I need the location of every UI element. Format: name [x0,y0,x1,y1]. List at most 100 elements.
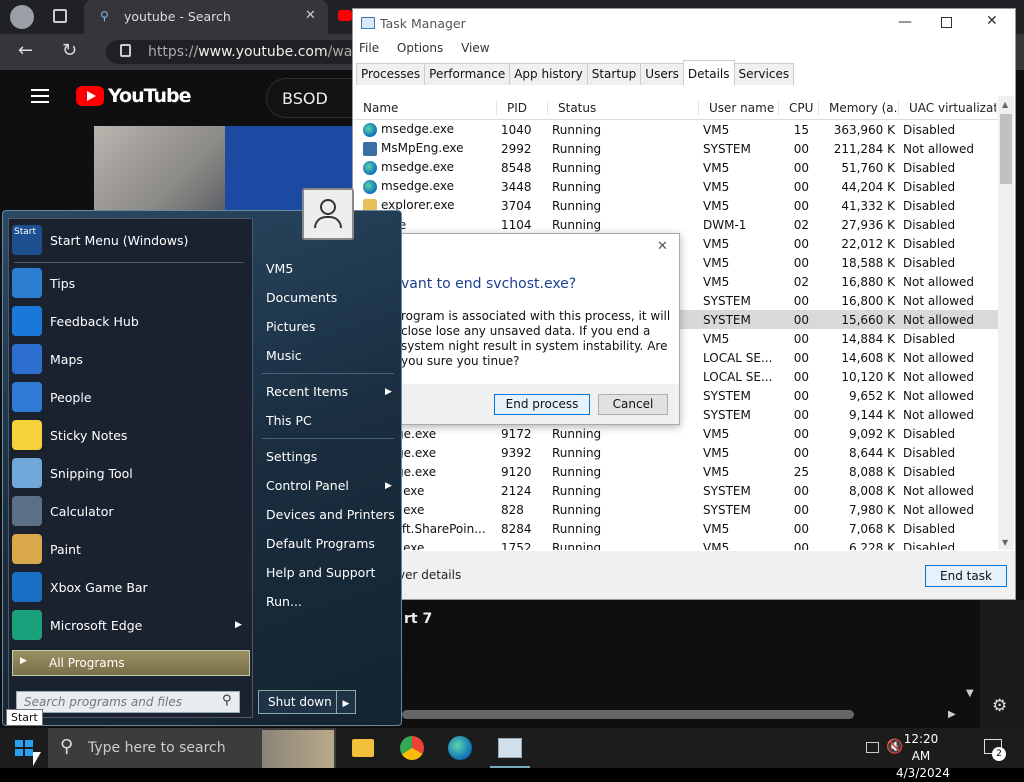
windows-start-icon[interactable] [15,740,33,756]
start-devices-printers-link[interactable]: Devices and Printers [266,507,395,522]
all-programs-button[interactable]: All Programs [12,650,250,676]
tablet-mode-icon[interactable] [866,742,879,753]
chevron-down-icon[interactable]: ▼ [966,688,974,699]
col-memory[interactable]: Memory (a... [819,100,899,115]
system-clock[interactable]: 12:20 AM 4/3/2024 [896,731,950,782]
shield-icon [363,141,377,156]
cell-pid: 1752 [501,540,532,551]
tab-performance[interactable]: Performance [424,63,511,85]
table-row[interactable]: ost.exe 2124 Running SYSTEM 00 8,008 K Not all… [353,481,998,500]
col-name[interactable]: Name [353,100,497,115]
gear-icon[interactable]: ⚙ [992,696,1007,716]
start-recent-items-link[interactable]: Recent Items [266,384,348,399]
tab-services[interactable]: Services [733,63,795,85]
start-control-panel-link[interactable]: Control Panel [266,478,349,493]
col-user[interactable]: User name [699,100,779,115]
cell-name-text: MsMpEng.exe [381,141,464,156]
table-row[interactable]: .exe1104RunningDWM-10227,936 KDisabled [353,215,998,234]
start-run-link[interactable]: Run... [266,594,302,609]
refresh-icon[interactable]: ↻ [62,40,77,61]
youtube-tab-icon[interactable] [338,10,352,21]
scroll-up-icon[interactable]: ▲ [1002,100,1008,109]
table-row[interactable]: edge.exe 9392 Running VM5 00 8,644 K Disabled [353,443,998,462]
tab-details[interactable]: Details [682,60,735,85]
file-explorer-icon[interactable] [352,739,374,757]
menu-options[interactable]: Options [397,41,443,55]
shut-down-options-button[interactable]: ▶ [336,690,356,714]
task-manager-taskbar-icon[interactable] [498,738,522,758]
menu-view[interactable]: View [461,41,489,55]
start-help-support-link[interactable]: Help and Support [266,565,375,580]
menu-file[interactable]: File [359,41,379,55]
scroll-right-icon[interactable]: ▶ [948,709,956,720]
menu-icon[interactable] [31,89,49,103]
chrome-icon[interactable] [400,736,424,760]
start-program-item[interactable]: People [12,379,250,415]
start-music-link[interactable]: Music [266,348,302,363]
task-manager-title: Task Manager [380,16,466,31]
table-row[interactable]: edge.exe 9172 Running VM5 00 9,092 K Disabled [353,424,998,443]
tab-actions-icon[interactable] [53,9,67,23]
table-row[interactable]: msedge.exe 3448 Running VM5 00 44,204 K Disabl… [353,177,998,196]
table-row[interactable]: edge.exe 9120 Running VM5 25 8,088 K Disabled [353,462,998,481]
edge-icon[interactable] [448,736,472,760]
tab-startup[interactable]: Startup [586,63,642,85]
cell-user: VM5 [703,160,730,175]
col-cpu[interactable]: CPU [779,100,819,115]
minimize-icon[interactable]: — [898,14,912,30]
cell-user: SYSTEM [703,502,751,517]
start-user-link[interactable]: VM5 [266,261,293,276]
start-program-item[interactable]: Calculator [12,493,250,529]
horizontal-scrollbar[interactable] [402,710,854,719]
tab-app-history[interactable]: App history [509,63,588,85]
table-row[interactable]: explorer.exe 3704 Running VM5 00 41,332 K Disa… [353,196,998,215]
col-pid[interactable]: PID [497,100,548,115]
start-default-programs-link[interactable]: Default Programs [266,536,375,551]
col-uac[interactable]: UAC virtualizat... [899,100,997,115]
start-menu-header-item[interactable]: Start Start Menu (Windows) [12,222,250,258]
table-row[interactable]: msedge.exe 8548 Running VM5 00 51,760 K Disabl… [353,158,998,177]
people-icon [12,382,42,412]
start-program-item[interactable]: Feedback Hub [12,303,250,339]
user-avatar[interactable] [302,188,354,240]
back-icon[interactable]: ← [18,40,33,61]
start-program-item[interactable]: Sticky Notes [12,417,250,453]
start-program-item[interactable]: Snipping Tool [12,455,250,491]
start-program-item[interactable]: Paint [12,531,250,567]
end-task-button[interactable]: End task [925,565,1007,587]
start-program-item[interactable]: Maps [12,341,250,377]
notification-count-badge: 2 [992,747,1006,761]
start-documents-link[interactable]: Documents [266,290,337,305]
tab-users[interactable]: Users [640,63,684,85]
close-icon[interactable]: ✕ [986,13,998,29]
cell-cpu: 00 [793,388,809,403]
divider [262,373,394,374]
fewer-details-link[interactable]: ver details [398,568,461,582]
scrollbar-thumb[interactable] [1000,114,1012,184]
start-program-item[interactable]: Microsoft Edge [12,607,250,643]
scroll-down-icon[interactable]: ▼ [1002,538,1008,547]
table-row[interactable]: ost.exe 1752 Running VM5 00 6,228 K Disabled [353,538,998,551]
start-program-item[interactable]: Tips [12,265,250,301]
cell-user: VM5 [703,331,730,346]
table-row[interactable]: osoft.SharePoin... 8284 Running VM5 00 7,068 … [353,519,998,538]
table-row[interactable]: MsMpEng.exe 2992 Running SYSTEM 00 211,284 K N… [353,139,998,158]
start-pictures-link[interactable]: Pictures [266,319,316,334]
cell-uac: Not allowed [903,274,975,289]
end-process-button[interactable]: End process [494,394,590,415]
table-row[interactable]: ost.exe 828 Running SYSTEM 00 7,980 K Not allo… [353,500,998,519]
youtube-brand[interactable]: YouTube [108,85,191,107]
close-tab-icon[interactable]: ✕ [305,8,316,23]
start-this-pc-link[interactable]: This PC [266,413,312,428]
table-row[interactable]: msedge.exe 1040 Running VM5 15 363,960 K Disab… [353,120,998,139]
submenu-arrow-icon: ▶ [235,620,242,630]
start-program-item[interactable]: Xbox Game Bar [12,569,250,605]
tab-processes[interactable]: Processes [356,63,426,85]
cell-cpu: 00 [793,540,809,551]
dialog-close-icon[interactable]: ✕ [657,239,668,254]
cancel-button[interactable]: Cancel [598,394,668,415]
start-settings-link[interactable]: Settings [266,449,317,464]
col-status[interactable]: Status [548,100,699,115]
maximize-icon[interactable] [941,17,952,28]
profile-avatar[interactable] [10,5,34,29]
